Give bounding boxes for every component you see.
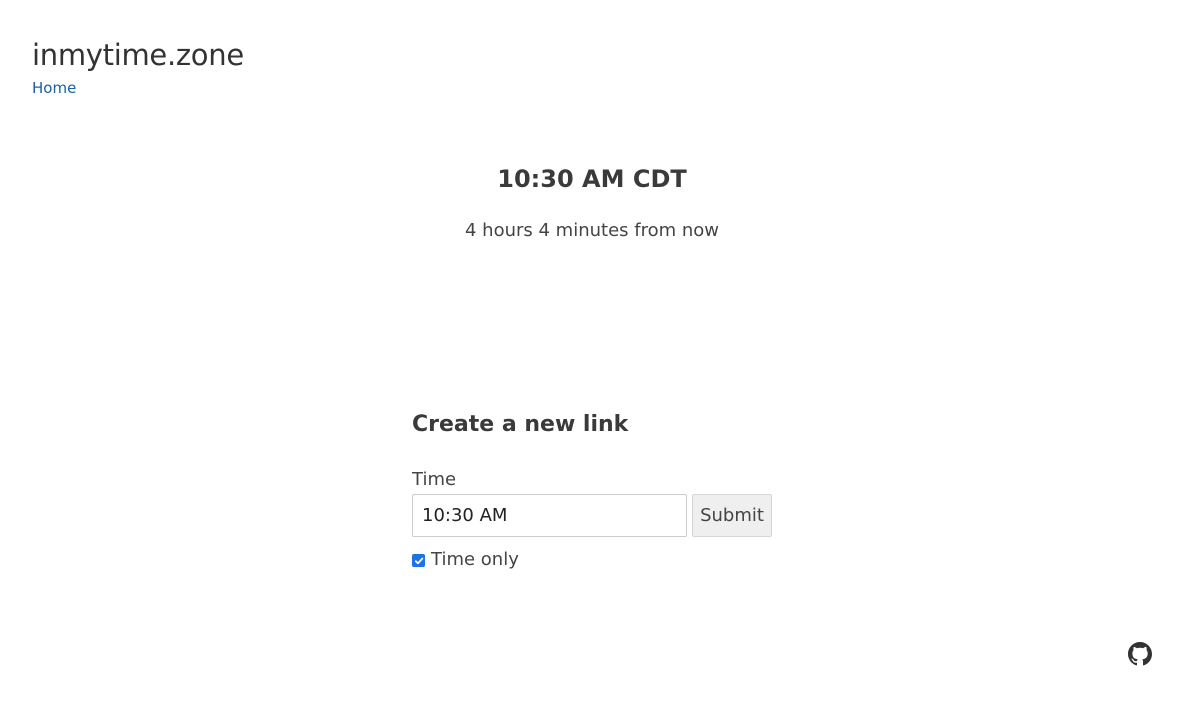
time-only-label[interactable]: Time only	[431, 549, 519, 570]
time-only-row[interactable]: Time only	[412, 549, 519, 570]
nav-home-link[interactable]: Home	[32, 79, 76, 97]
time-only-checkbox[interactable]	[412, 554, 425, 567]
checkmark-icon	[414, 557, 423, 564]
submit-button[interactable]: Submit	[692, 494, 772, 537]
form-heading: Create a new link	[412, 412, 629, 437]
time-input[interactable]	[412, 494, 687, 537]
time-display: 10:30 AM CDT	[497, 165, 687, 193]
github-icon	[1128, 642, 1152, 666]
page: inmytime.zone Home 10:30 AM CDT 4 hours …	[0, 0, 1184, 703]
relative-time: 4 hours 4 minutes from now	[464, 220, 719, 241]
github-link[interactable]	[1128, 642, 1152, 666]
create-link-form: Create a new link Time Submit Time only	[412, 412, 792, 570]
time-label: Time	[412, 469, 457, 490]
site-title[interactable]: inmytime.zone	[32, 38, 244, 72]
